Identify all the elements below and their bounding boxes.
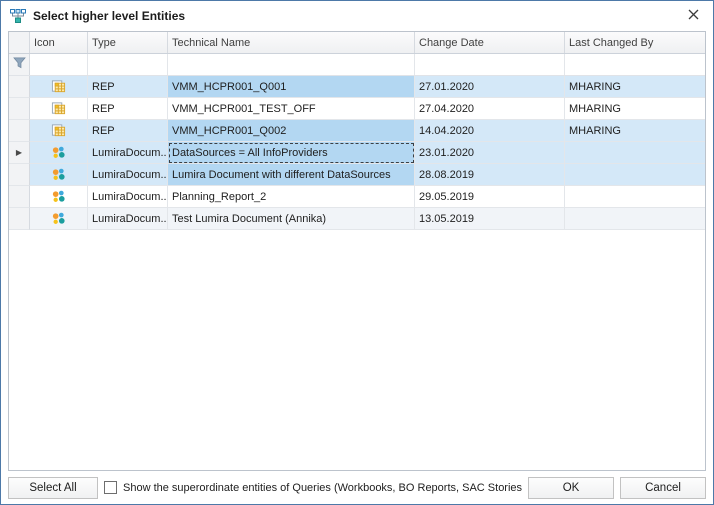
grid-header-row: Icon Type Technical Name Change Date Las…: [9, 32, 705, 54]
select-entities-dialog: Select higher level Entities Icon Type T…: [0, 0, 714, 505]
footer-bar: Select All Show the superordinate entiti…: [1, 471, 713, 504]
technical-name-cell[interactable]: Lumira Document with different DataSourc…: [168, 164, 415, 186]
dialog-title: Select higher level Entities: [33, 9, 675, 23]
filter-input-last-changed-by[interactable]: [565, 54, 705, 75]
superordinate-checkbox[interactable]: [104, 481, 117, 494]
table-row[interactable]: LumiraDocum...Test Lumira Document (Anni…: [9, 208, 705, 230]
title-bar: Select higher level Entities: [1, 1, 713, 30]
row-indicator: [9, 164, 30, 186]
change-date-cell: 27.01.2020: [415, 76, 565, 98]
table-row[interactable]: REPVMM_HCPR001_Q00214.04.2020MHARING: [9, 120, 705, 142]
report-icon: [51, 123, 66, 138]
last-changed-by-cell: [565, 186, 705, 208]
change-date-cell: 29.05.2019: [415, 186, 565, 208]
table-row[interactable]: REPVMM_HCPR001_Q00127.01.2020MHARING: [9, 76, 705, 98]
header-indicator-cell: [9, 32, 30, 53]
type-cell: LumiraDocum...: [88, 186, 168, 208]
entities-grid: Icon Type Technical Name Change Date Las…: [8, 31, 706, 471]
ok-button[interactable]: OK: [528, 477, 614, 499]
filter-row: [9, 54, 705, 76]
technical-name-cell[interactable]: DataSources = All InfoProviders: [168, 142, 415, 164]
table-row[interactable]: ▶ LumiraDocum...DataSources = All InfoPro…: [9, 142, 705, 164]
type-cell: LumiraDocum...: [88, 208, 168, 230]
change-date-cell: 23.01.2020: [415, 142, 565, 164]
change-date-cell: 27.04.2020: [415, 98, 565, 120]
type-cell: LumiraDocum...: [88, 164, 168, 186]
lumira-icon: [51, 211, 66, 226]
last-changed-by-cell: MHARING: [565, 98, 705, 120]
column-header-icon[interactable]: Icon: [30, 32, 88, 53]
report-icon: [51, 101, 66, 116]
superordinate-checkbox-label: Show the superordinate entities of Queri…: [123, 482, 522, 494]
entity-icon-cell: [30, 76, 88, 98]
entity-icon-cell: [30, 164, 88, 186]
row-indicator: [9, 76, 30, 98]
technical-name-cell[interactable]: VMM_HCPR001_Q002: [168, 120, 415, 142]
cancel-button[interactable]: Cancel: [620, 477, 706, 499]
entity-icon-cell: [30, 186, 88, 208]
entity-icon-cell: [30, 98, 88, 120]
column-header-change-date[interactable]: Change Date: [415, 32, 565, 53]
last-changed-by-cell: [565, 208, 705, 230]
change-date-cell: 14.04.2020: [415, 120, 565, 142]
filter-input-technical-name[interactable]: [168, 54, 414, 75]
technical-name-cell[interactable]: VMM_HCPR001_TEST_OFF: [168, 98, 415, 120]
filter-input-change-date[interactable]: [415, 54, 564, 75]
lumira-icon: [51, 145, 66, 160]
grid-rows: REPVMM_HCPR001_Q00127.01.2020MHARINGREPV…: [9, 76, 705, 470]
close-icon: [688, 9, 699, 23]
row-indicator: [9, 120, 30, 142]
table-row[interactable]: LumiraDocum...Lumira Document with diffe…: [9, 164, 705, 186]
change-date-cell: 13.05.2019: [415, 208, 565, 230]
filter-input-icon[interactable]: [30, 54, 87, 75]
entity-icon-cell: [30, 120, 88, 142]
filter-icon: [13, 57, 26, 72]
entity-icon-cell: [30, 208, 88, 230]
lumira-icon: [51, 167, 66, 182]
type-cell: REP: [88, 120, 168, 142]
column-header-type[interactable]: Type: [88, 32, 168, 53]
lumira-icon: [51, 189, 66, 204]
row-indicator: [9, 98, 30, 120]
type-cell: LumiraDocum...: [88, 142, 168, 164]
report-icon: [51, 79, 66, 94]
table-row[interactable]: REPVMM_HCPR001_TEST_OFF27.04.2020MHARING: [9, 98, 705, 120]
filter-indicator-cell: [9, 54, 30, 75]
column-header-technical-name[interactable]: Technical Name: [168, 32, 415, 53]
technical-name-cell[interactable]: VMM_HCPR001_Q001: [168, 76, 415, 98]
close-button[interactable]: [675, 2, 711, 29]
filter-input-type[interactable]: [88, 54, 167, 75]
current-row-arrow-icon: ▶: [16, 149, 22, 157]
type-cell: REP: [88, 76, 168, 98]
last-changed-by-cell: [565, 142, 705, 164]
last-changed-by-cell: [565, 164, 705, 186]
row-indicator: ▶: [9, 142, 30, 164]
last-changed-by-cell: MHARING: [565, 76, 705, 98]
row-indicator: [9, 208, 30, 230]
select-all-button[interactable]: Select All: [8, 477, 98, 499]
column-header-last-changed-by[interactable]: Last Changed By: [565, 32, 705, 53]
table-row[interactable]: LumiraDocum...Planning_Report_229.05.201…: [9, 186, 705, 208]
technical-name-cell[interactable]: Test Lumira Document (Annika): [168, 208, 415, 230]
hierarchy-icon: [10, 8, 26, 24]
entity-icon-cell: [30, 142, 88, 164]
type-cell: REP: [88, 98, 168, 120]
change-date-cell: 28.08.2019: [415, 164, 565, 186]
last-changed-by-cell: MHARING: [565, 120, 705, 142]
technical-name-cell[interactable]: Planning_Report_2: [168, 186, 415, 208]
row-indicator: [9, 186, 30, 208]
